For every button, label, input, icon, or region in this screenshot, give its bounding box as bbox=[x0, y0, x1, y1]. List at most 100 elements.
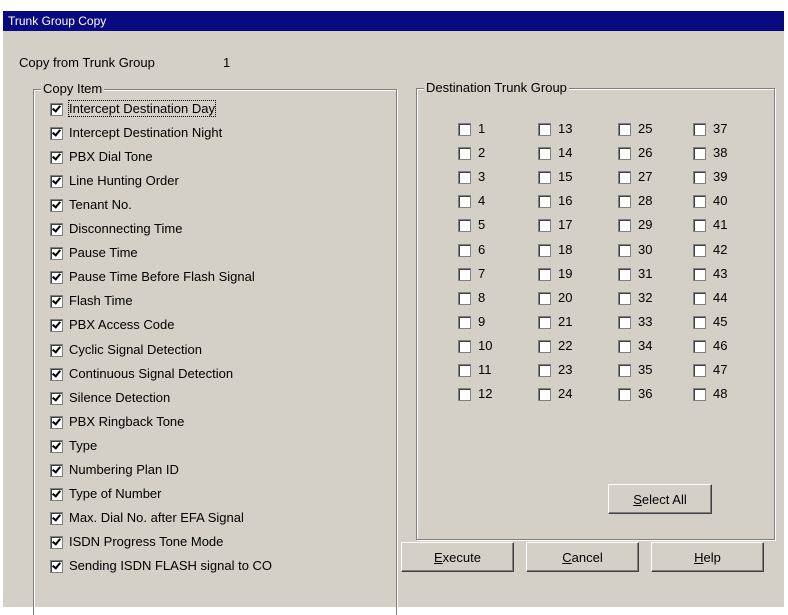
destination-trunk-2[interactable]: 2 bbox=[458, 144, 485, 162]
destination-checkbox[interactable] bbox=[618, 388, 631, 402]
destination-trunk-45[interactable]: 45 bbox=[693, 313, 727, 331]
help-button[interactable]: Help bbox=[651, 542, 764, 572]
destination-trunk-19[interactable]: 19 bbox=[538, 265, 572, 283]
copy-item-19[interactable]: Sending ISDN FLASH signal to CO bbox=[50, 557, 272, 575]
copy-item-15[interactable]: Numbering Plan ID bbox=[50, 461, 179, 479]
destination-checkbox[interactable] bbox=[618, 123, 631, 137]
destination-checkbox[interactable] bbox=[693, 147, 706, 161]
destination-checkbox[interactable] bbox=[693, 364, 706, 378]
destination-trunk-43[interactable]: 43 bbox=[693, 265, 727, 283]
destination-trunk-11[interactable]: 11 bbox=[458, 361, 492, 379]
destination-trunk-36[interactable]: 36 bbox=[618, 385, 652, 403]
destination-trunk-41[interactable]: 41 bbox=[693, 216, 727, 234]
destination-checkbox[interactable] bbox=[458, 292, 471, 306]
destination-checkbox[interactable] bbox=[618, 364, 631, 378]
destination-trunk-28[interactable]: 28 bbox=[618, 192, 652, 210]
copy-item-checkbox[interactable] bbox=[50, 440, 63, 454]
destination-trunk-4[interactable]: 4 bbox=[458, 192, 485, 210]
destination-trunk-29[interactable]: 29 bbox=[618, 216, 652, 234]
destination-checkbox[interactable] bbox=[538, 388, 551, 402]
destination-checkbox[interactable] bbox=[693, 219, 706, 233]
destination-checkbox[interactable] bbox=[618, 292, 631, 306]
copy-item-18[interactable]: ISDN Progress Tone Mode bbox=[50, 533, 223, 551]
destination-checkbox[interactable] bbox=[458, 171, 471, 185]
destination-trunk-32[interactable]: 32 bbox=[618, 289, 652, 307]
destination-trunk-47[interactable]: 47 bbox=[693, 361, 727, 379]
destination-checkbox[interactable] bbox=[458, 244, 471, 258]
destination-checkbox[interactable] bbox=[693, 195, 706, 209]
destination-checkbox[interactable] bbox=[458, 268, 471, 282]
copy-item-checkbox[interactable] bbox=[50, 295, 63, 309]
copy-item-16[interactable]: Type of Number bbox=[50, 485, 162, 503]
destination-checkbox[interactable] bbox=[538, 316, 551, 330]
destination-checkbox[interactable] bbox=[693, 244, 706, 258]
destination-checkbox[interactable] bbox=[693, 292, 706, 306]
destination-checkbox[interactable] bbox=[458, 147, 471, 161]
copy-item-checkbox[interactable] bbox=[50, 175, 63, 189]
copy-item-7[interactable]: Pause Time Before Flash Signal bbox=[50, 268, 255, 286]
copy-item-checkbox[interactable] bbox=[50, 392, 63, 406]
destination-trunk-20[interactable]: 20 bbox=[538, 289, 572, 307]
destination-trunk-46[interactable]: 46 bbox=[693, 337, 727, 355]
destination-checkbox[interactable] bbox=[538, 219, 551, 233]
destination-checkbox[interactable] bbox=[618, 340, 631, 354]
copy-item-13[interactable]: PBX Ringback Tone bbox=[50, 413, 184, 431]
copy-item-checkbox[interactable] bbox=[50, 199, 63, 213]
destination-checkbox[interactable] bbox=[458, 195, 471, 209]
destination-checkbox[interactable] bbox=[458, 340, 471, 354]
destination-checkbox[interactable] bbox=[538, 171, 551, 185]
destination-trunk-18[interactable]: 18 bbox=[538, 241, 572, 259]
destination-trunk-5[interactable]: 5 bbox=[458, 216, 485, 234]
destination-trunk-30[interactable]: 30 bbox=[618, 241, 652, 259]
destination-trunk-40[interactable]: 40 bbox=[693, 192, 727, 210]
destination-checkbox[interactable] bbox=[618, 147, 631, 161]
destination-trunk-25[interactable]: 25 bbox=[618, 120, 652, 138]
destination-trunk-8[interactable]: 8 bbox=[458, 289, 485, 307]
destination-checkbox[interactable] bbox=[458, 316, 471, 330]
copy-item-17[interactable]: Max. Dial No. after EFA Signal bbox=[50, 509, 244, 527]
destination-trunk-24[interactable]: 24 bbox=[538, 385, 572, 403]
destination-trunk-12[interactable]: 12 bbox=[458, 385, 492, 403]
destination-checkbox[interactable] bbox=[693, 268, 706, 282]
destination-trunk-10[interactable]: 10 bbox=[458, 337, 492, 355]
copy-item-checkbox[interactable] bbox=[50, 560, 63, 574]
copy-item-checkbox[interactable] bbox=[50, 344, 63, 358]
copy-item-0[interactable]: Intercept Destination Day bbox=[50, 100, 216, 118]
copy-item-checkbox[interactable] bbox=[50, 464, 63, 478]
destination-checkbox[interactable] bbox=[538, 364, 551, 378]
select-all-button[interactable]: Select All bbox=[608, 484, 712, 514]
destination-checkbox[interactable] bbox=[618, 219, 631, 233]
copy-item-checkbox[interactable] bbox=[50, 416, 63, 430]
destination-trunk-1[interactable]: 1 bbox=[458, 120, 485, 138]
destination-checkbox[interactable] bbox=[538, 268, 551, 282]
copy-item-14[interactable]: Type bbox=[50, 437, 97, 455]
destination-checkbox[interactable] bbox=[538, 292, 551, 306]
copy-item-3[interactable]: Line Hunting Order bbox=[50, 172, 179, 190]
destination-trunk-7[interactable]: 7 bbox=[458, 265, 485, 283]
destination-checkbox[interactable] bbox=[538, 147, 551, 161]
destination-checkbox[interactable] bbox=[618, 195, 631, 209]
copy-item-9[interactable]: PBX Access Code bbox=[50, 316, 175, 334]
destination-trunk-14[interactable]: 14 bbox=[538, 144, 572, 162]
copy-item-6[interactable]: Pause Time bbox=[50, 244, 138, 262]
copy-item-2[interactable]: PBX Dial Tone bbox=[50, 148, 153, 166]
destination-trunk-21[interactable]: 21 bbox=[538, 313, 572, 331]
destination-checkbox[interactable] bbox=[693, 316, 706, 330]
destination-trunk-44[interactable]: 44 bbox=[693, 289, 727, 307]
copy-item-10[interactable]: Cyclic Signal Detection bbox=[50, 341, 202, 359]
copy-item-4[interactable]: Tenant No. bbox=[50, 196, 132, 214]
destination-trunk-15[interactable]: 15 bbox=[538, 168, 572, 186]
copy-item-checkbox[interactable] bbox=[50, 368, 63, 382]
destination-trunk-13[interactable]: 13 bbox=[538, 120, 572, 138]
destination-checkbox[interactable] bbox=[458, 123, 471, 137]
destination-checkbox[interactable] bbox=[693, 123, 706, 137]
destination-trunk-33[interactable]: 33 bbox=[618, 313, 652, 331]
destination-trunk-37[interactable]: 37 bbox=[693, 120, 727, 138]
destination-trunk-9[interactable]: 9 bbox=[458, 313, 485, 331]
copy-item-checkbox[interactable] bbox=[50, 319, 63, 333]
destination-trunk-31[interactable]: 31 bbox=[618, 265, 652, 283]
destination-checkbox[interactable] bbox=[538, 123, 551, 137]
destination-trunk-35[interactable]: 35 bbox=[618, 361, 652, 379]
destination-checkbox[interactable] bbox=[538, 244, 551, 258]
destination-trunk-26[interactable]: 26 bbox=[618, 144, 652, 162]
